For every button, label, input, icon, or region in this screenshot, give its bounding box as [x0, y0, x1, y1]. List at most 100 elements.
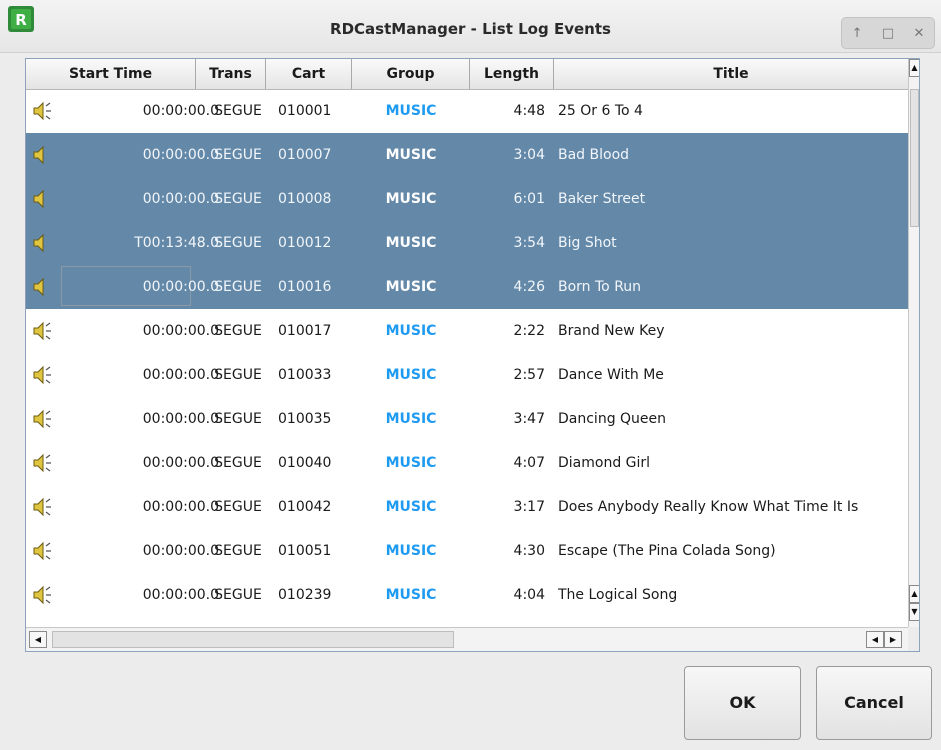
cell-trans: SEGUE [214, 587, 262, 603]
scroll-down-button[interactable]: ▼ [909, 603, 919, 621]
cell-start-time: 00:00:00.0 [142, 543, 219, 559]
speaker-icon [32, 133, 56, 177]
cell-start-time: 00:00:00.0 [142, 147, 219, 163]
cell-group: MUSIC [385, 147, 437, 163]
cell-group: MUSIC [385, 499, 437, 515]
scroll-left-button[interactable]: ◀ [29, 631, 47, 648]
column-cart[interactable]: Cart [266, 59, 352, 89]
table-row[interactable]: 00:00:00.0 SEGUE 010001 MUSIC 4:48 25 Or… [26, 89, 908, 133]
cell-group: MUSIC [385, 587, 437, 603]
speaker-icon [32, 573, 56, 617]
speaker-icon [32, 309, 56, 353]
cell-title: Does Anybody Really Know What Time It Is [558, 499, 859, 515]
speaker-icon [32, 265, 56, 309]
cell-cart: 010239 [278, 587, 332, 603]
column-trans[interactable]: Trans [196, 59, 266, 89]
cell-start-time: 00:00:00.0 [142, 411, 219, 427]
table-row[interactable]: 00:00:00.0 SEGUE 010033 MUSIC 2:57 Dance… [26, 353, 908, 397]
speaker-icon [32, 529, 56, 573]
cell-cart: 010051 [278, 543, 332, 559]
cell-cart: 010035 [278, 411, 332, 427]
cell-length: 2:57 [513, 367, 545, 383]
table-row[interactable]: 00:00:00.0 SEGUE 010051 MUSIC 4:30 Escap… [26, 529, 908, 573]
speaker-icon [32, 441, 56, 485]
speaker-icon [32, 353, 56, 397]
cell-cart: 010012 [278, 235, 332, 251]
cell-trans: SEGUE [214, 323, 262, 339]
cell-cart: 010040 [278, 455, 332, 471]
cell-start-time: 00:00:00.0 [142, 455, 219, 471]
cell-length: 3:54 [513, 235, 545, 251]
ok-button[interactable]: OK [684, 666, 801, 740]
cell-group: MUSIC [385, 367, 437, 383]
cell-start-time: 00:00:00.0 [142, 279, 219, 295]
column-title[interactable]: Title [554, 59, 908, 89]
cell-title: Diamond Girl [558, 455, 651, 471]
cell-trans: SEGUE [214, 191, 262, 207]
cell-start-time: T00:13:48.0 [134, 235, 219, 251]
table-row[interactable]: 00:00:00.0 SEGUE 010239 MUSIC 4:04 The L… [26, 573, 908, 617]
horizontal-scrollbar[interactable]: ◀ ◀ ▶ [26, 627, 908, 651]
horizontal-scroll-thumb[interactable] [52, 631, 454, 648]
table-row[interactable]: 00:00:00.0 SEGUE 010008 MUSIC 6:01 Baker… [26, 177, 908, 221]
restore-icon[interactable]: □ [882, 26, 894, 41]
cell-length: 6:01 [513, 191, 545, 207]
scroll-up-button-lower[interactable]: ▲ [909, 585, 919, 603]
cell-start-time: 00:00:00.0 [142, 499, 219, 515]
cell-title: Baker Street [558, 191, 646, 207]
column-start-time[interactable]: Start Time [26, 59, 196, 89]
scrollbar-corner [908, 627, 919, 651]
table-row[interactable]: 00:00:00.0 SEGUE 010017 MUSIC 2:22 Brand… [26, 309, 908, 353]
cell-start-time: 00:00:00.0 [142, 323, 219, 339]
table-row[interactable]: T00:13:48.0 SEGUE 010012 MUSIC 3:54 Big … [26, 221, 908, 265]
scroll-left-button-right[interactable]: ◀ [866, 631, 884, 648]
speaker-icon [32, 89, 56, 133]
column-group[interactable]: Group [352, 59, 470, 89]
scroll-up-button[interactable]: ▲ [909, 59, 919, 77]
cell-trans: SEGUE [214, 411, 262, 427]
table-row[interactable]: 00:00:00.0 SEGUE 010040 MUSIC 4:07 Diamo… [26, 441, 908, 485]
cell-group: MUSIC [385, 235, 437, 251]
cell-title: Bad Blood [558, 147, 630, 163]
scroll-right-button[interactable]: ▶ [884, 631, 902, 648]
cell-start-time: 00:00:00.0 [142, 103, 219, 119]
cell-length: 3:47 [513, 411, 545, 427]
speaker-icon [32, 485, 56, 529]
maximize-up-icon[interactable]: ↑ [852, 26, 863, 41]
cell-cart: 010033 [278, 367, 332, 383]
cell-title: Dancing Queen [558, 411, 667, 427]
speaker-icon [32, 221, 56, 265]
cell-trans: SEGUE [214, 103, 262, 119]
table-row[interactable]: 00:00:00.0 SEGUE 010007 MUSIC 3:04 Bad B… [26, 133, 908, 177]
cell-group: MUSIC [385, 455, 437, 471]
cell-group: MUSIC [385, 279, 437, 295]
cell-cart: 010007 [278, 147, 332, 163]
table-row[interactable]: 00:00:00.0 SEGUE 010016 MUSIC 4:26 Born … [26, 265, 908, 309]
cell-title: Big Shot [558, 235, 617, 251]
cell-length: 4:26 [513, 279, 545, 295]
cell-title: Dance With Me [558, 367, 664, 383]
cell-trans: SEGUE [214, 499, 262, 515]
cell-length: 4:48 [513, 103, 545, 119]
vertical-scrollbar[interactable]: ▲ ▲ ▼ [908, 59, 919, 627]
window-title: RDCastManager - List Log Events [330, 20, 611, 38]
column-length[interactable]: Length [470, 59, 554, 89]
vertical-scroll-thumb[interactable] [910, 89, 919, 227]
cell-trans: SEGUE [214, 543, 262, 559]
cell-title: 25 Or 6 To 4 [558, 103, 643, 119]
cell-trans: SEGUE [214, 147, 262, 163]
table-row[interactable]: 00:00:00.0 SEGUE 010042 MUSIC 3:17 Does … [26, 485, 908, 529]
cell-trans: SEGUE [214, 279, 262, 295]
cell-group: MUSIC [385, 411, 437, 427]
speaker-icon [32, 177, 56, 221]
cell-start-time: 00:00:00.0 [142, 191, 219, 207]
cancel-button[interactable]: Cancel [816, 666, 932, 740]
list-header: Start Time Trans Cart Group Length Title [26, 59, 908, 90]
cell-start-time: 00:00:00.0 [142, 367, 219, 383]
cell-cart: 010016 [278, 279, 332, 295]
log-events-list[interactable]: Start Time Trans Cart Group Length Title… [25, 58, 920, 652]
cell-cart: 010008 [278, 191, 332, 207]
table-row[interactable]: 00:00:00.0 SEGUE 010035 MUSIC 3:47 Danci… [26, 397, 908, 441]
close-icon[interactable]: ✕ [913, 26, 924, 41]
cell-group: MUSIC [385, 323, 437, 339]
